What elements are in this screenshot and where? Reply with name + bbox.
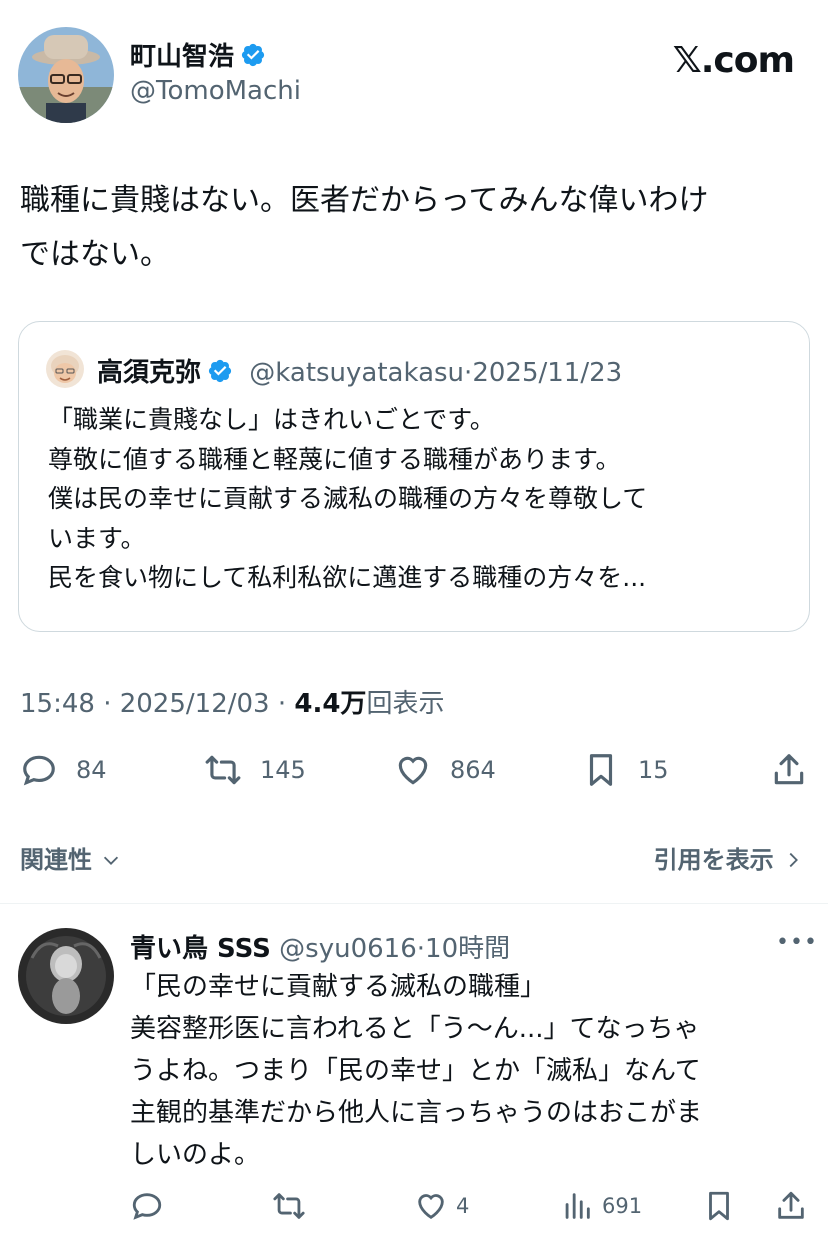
more-options-icon[interactable]: ••• xyxy=(776,930,818,955)
reply-bookmark-button[interactable] xyxy=(702,1186,744,1226)
repost-button[interactable]: 145 xyxy=(204,750,306,790)
author-name-text[interactable]: 町山智浩 xyxy=(130,42,234,72)
reply-text: 「民の幸せに貢献する滅私の職種」 美容整形医に言われると「う〜ん...」てなっち… xyxy=(130,966,810,1176)
reply-text-line: 美容整形医に言われると「う〜ん...」てなっちゃ xyxy=(130,1014,700,1044)
bookmark-button[interactable]: 15 xyxy=(582,750,669,790)
share-button[interactable] xyxy=(770,750,826,790)
heart-icon xyxy=(418,1194,444,1220)
quoted-text-line: 尊敬に値する職種と軽蔑に値する職種があります。 xyxy=(48,444,621,474)
author-handle[interactable]: @TomoMachi xyxy=(130,76,301,106)
repost-count: 145 xyxy=(260,756,306,784)
verified-badge-icon xyxy=(240,42,266,75)
repost-icon xyxy=(273,1193,305,1219)
author-avatar[interactable] xyxy=(18,27,114,123)
quoted-author-avatar[interactable] xyxy=(46,350,84,388)
reply-text-line: 「民の幸せに貢献する滅私の職種」 xyxy=(130,972,547,1002)
reply-author-handle[interactable]: @syu0616 xyxy=(279,934,417,964)
reply-share-button[interactable] xyxy=(774,1186,816,1226)
timestamp-text[interactable]: 15:48 · 2025/12/03 · xyxy=(20,689,294,719)
reply-text-line: うよね。つまり「民の幸せ」とか「滅私」なんて xyxy=(130,1056,701,1086)
site-logo: 𝕏.com xyxy=(672,40,795,81)
bookmark-icon xyxy=(709,1191,729,1221)
repost-icon xyxy=(205,755,241,785)
quoted-text-line: 僕は民の幸せに貢献する滅私の職種の方々を尊敬して xyxy=(48,484,648,513)
reply-views-button[interactable]: 691 xyxy=(560,1186,642,1226)
tweet-text-line: 職種に貴賤はない。医者だからってみんな偉いわけ xyxy=(20,183,709,218)
reply-time[interactable]: 10時間 xyxy=(425,934,510,964)
quoted-tweet-card[interactable]: 高須克弥 @katsuyatakasu·2025/11/23 「職業に貴賤なし」… xyxy=(18,321,810,632)
reply-text-line: 主観的基準だから他人に言っちゃうのはおこがま xyxy=(130,1098,703,1128)
reply-text-line: しいのよ。 xyxy=(130,1140,261,1170)
tweet-text-line: ではない。 xyxy=(20,237,170,272)
analytics-icon xyxy=(565,1193,590,1219)
bookmark-count: 15 xyxy=(638,756,669,784)
reply-like-count: 4 xyxy=(456,1194,470,1218)
reply-like-button[interactable]: 4 xyxy=(414,1186,469,1226)
separator-dot: · xyxy=(416,934,426,964)
quoted-tweet-header: 高須克弥 @katsuyatakasu·2025/11/23 xyxy=(97,352,622,391)
quoted-date[interactable]: 2025/11/23 xyxy=(472,358,622,388)
like-count: 864 xyxy=(450,756,496,784)
reply-button[interactable]: 84 xyxy=(20,750,107,790)
reply-reply-button[interactable] xyxy=(130,1186,172,1226)
reply-icon xyxy=(23,755,55,786)
divider xyxy=(0,903,828,904)
quoted-tweet-text: 「職業に貴賤なし」はきれいごとです。 尊敬に値する職種と軽蔑に値する職種がありま… xyxy=(48,400,788,598)
view-quotes-link[interactable]: 引用を表示 xyxy=(654,840,804,875)
tweet-timestamp: 15:48 · 2025/12/03 · 4.4万回表示 xyxy=(20,683,444,720)
quoted-author-handle[interactable]: @katsuyatakasu xyxy=(249,358,464,388)
chevron-down-icon xyxy=(104,856,119,865)
reply-repost-button[interactable] xyxy=(272,1186,314,1226)
share-icon xyxy=(774,754,804,785)
quoted-text-line: 「職業に貴賤なし」はきれいごとです。 xyxy=(48,405,495,434)
reply-author-name[interactable]: 青い鳥 SSS xyxy=(130,934,271,964)
reply-sort-label: 関連性 xyxy=(20,846,92,874)
chevron-right-icon xyxy=(789,852,798,868)
heart-icon xyxy=(398,756,428,785)
reply-sort-dropdown[interactable]: 関連性 xyxy=(20,840,122,875)
reply-icon xyxy=(132,1193,162,1220)
reply-author-avatar[interactable] xyxy=(18,928,114,1024)
reply-count: 84 xyxy=(76,756,107,784)
reply-header: 青い鳥 SSS @syu0616·10時間 xyxy=(130,928,510,965)
like-button[interactable]: 864 xyxy=(394,750,496,790)
quoted-text-line: 民を食い物にして私利私欲に邁進する職種の方々を... xyxy=(48,563,647,592)
views-count: 4.4万 xyxy=(294,689,367,719)
verified-badge-icon xyxy=(207,358,233,391)
author-name[interactable]: 町山智浩 xyxy=(130,36,266,75)
share-icon xyxy=(778,1191,804,1219)
quoted-text-line: います。 xyxy=(48,523,146,553)
reply-view-count: 691 xyxy=(602,1194,643,1218)
tweet-text: 職種に貴賤はない。医者だからってみんな偉いわけ ではない。 xyxy=(20,174,810,282)
view-quotes-label: 引用を表示 xyxy=(653,846,774,874)
views-label: 回表示 xyxy=(366,689,445,719)
bookmark-icon xyxy=(589,754,613,786)
quoted-author-name[interactable]: 高須克弥 xyxy=(97,358,201,388)
